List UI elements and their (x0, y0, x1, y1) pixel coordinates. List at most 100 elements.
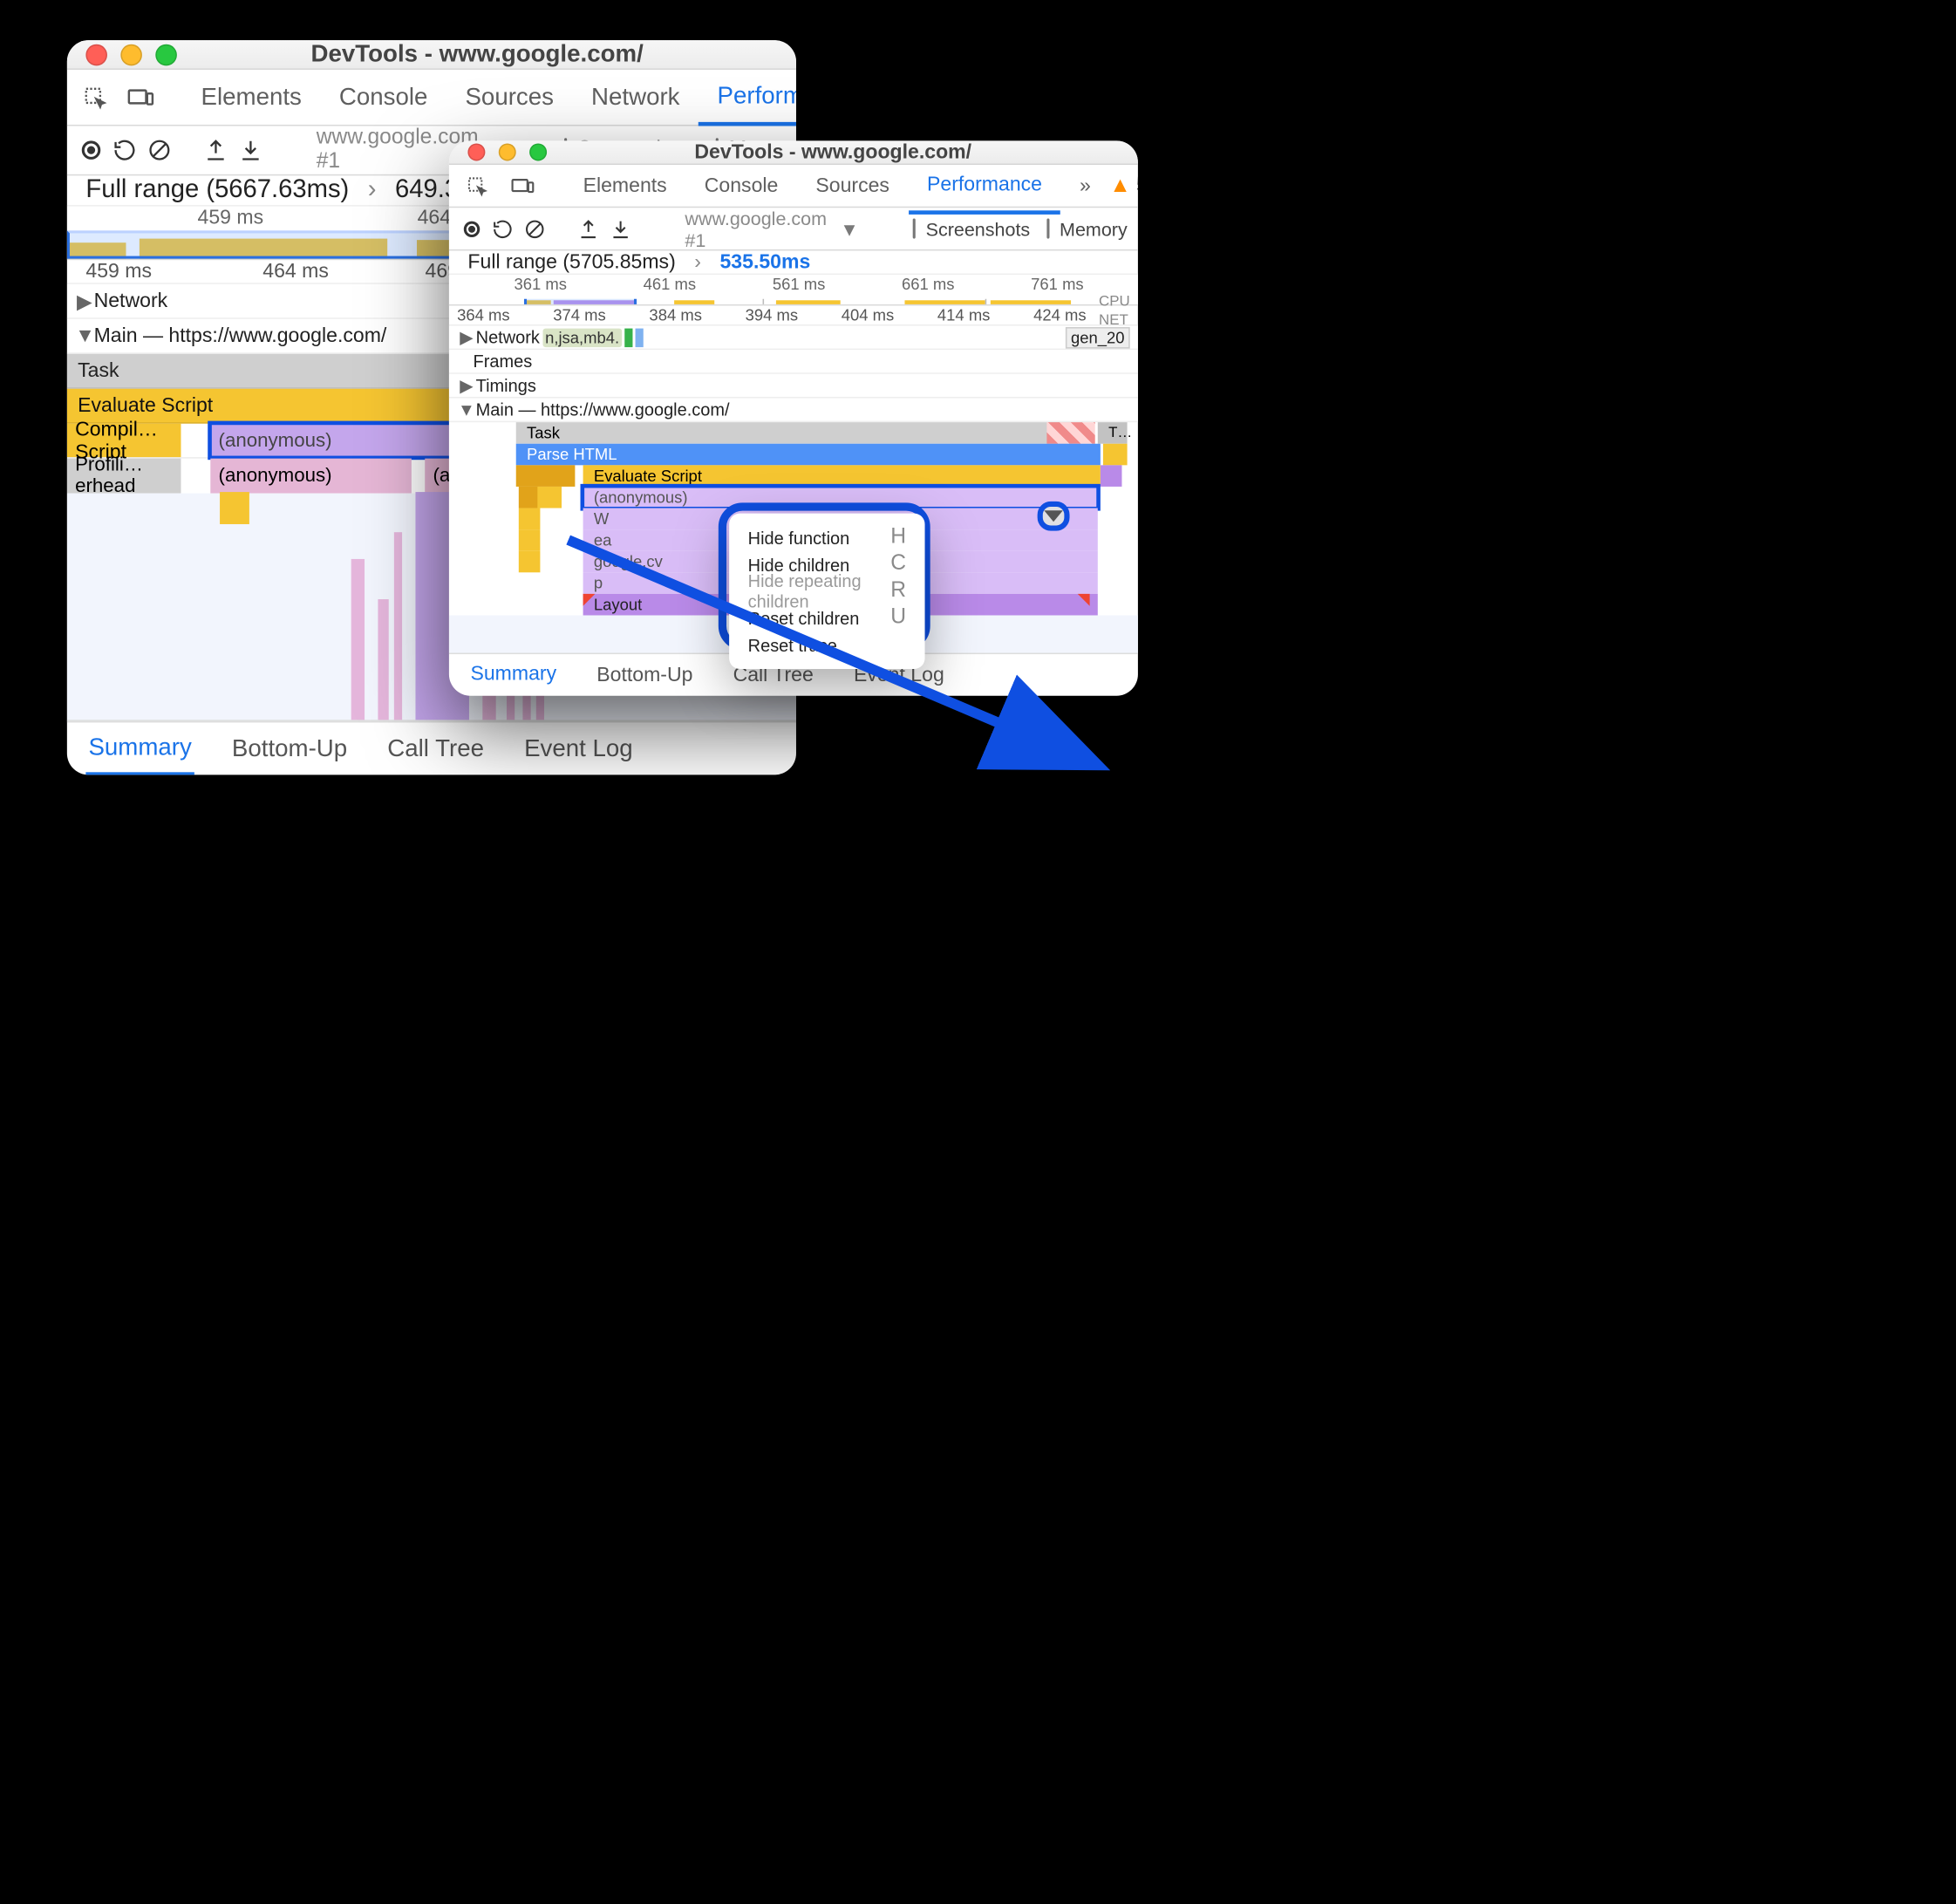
tab-performance[interactable]: Performance (908, 158, 1060, 215)
maximize-window-icon[interactable] (529, 143, 547, 160)
flame-context-menu: Hide functionH Hide childrenC Hide repea… (729, 514, 924, 669)
expand-icon: ▶ (75, 289, 94, 313)
minimize-window-icon[interactable] (120, 44, 142, 65)
reload-record-button[interactable] (112, 130, 137, 170)
upload-profile-button[interactable] (204, 130, 228, 170)
devtools-tabs: Elements Console Sources Network Perform… (67, 70, 796, 126)
collapse-icon: ▼ (457, 399, 476, 420)
flame-entry[interactable] (516, 465, 576, 487)
flame-entry-task[interactable]: Task (516, 422, 1073, 444)
inspect-icon[interactable] (460, 168, 494, 203)
reload-record-button[interactable] (492, 208, 514, 249)
breadcrumb-full-range[interactable]: Full range (5705.85ms) (467, 250, 675, 273)
forced-layout-warning-icon (1078, 594, 1090, 606)
flame-entry-anonymous[interactable]: (anonymous) (210, 459, 412, 494)
tab-console[interactable]: Console (685, 158, 797, 215)
tab-elements[interactable]: Elements (564, 158, 685, 215)
close-window-icon[interactable] (85, 44, 107, 65)
warning-icon: ▲ (1109, 174, 1130, 198)
network-chip[interactable]: n,jsa,mb4. (542, 328, 622, 347)
track-timings[interactable]: ▶Timings (449, 374, 1138, 399)
track-label: Timings (476, 375, 536, 395)
tabs-overflow[interactable]: » (1061, 158, 1110, 215)
profile-label: www.google.com #1 (685, 207, 827, 249)
track-frames[interactable]: Frames (449, 350, 1138, 374)
track-label: Frames (474, 351, 533, 372)
maximize-window-icon[interactable] (155, 44, 177, 65)
menu-item-shortcut: H (890, 526, 906, 550)
footer-tab-bottomup[interactable]: Bottom-Up (229, 722, 350, 775)
clear-button[interactable] (524, 208, 546, 249)
traffic-lights (85, 44, 177, 65)
overview-tick: 361 ms (476, 275, 605, 299)
ruler-tick: 404 ms (842, 305, 937, 324)
download-profile-button[interactable] (239, 130, 263, 170)
network-chip[interactable]: gen_20 (1066, 326, 1130, 348)
track-label: Network (476, 327, 540, 347)
flame-entry[interactable] (519, 508, 541, 530)
footer-tab-summary[interactable]: Summary (467, 648, 559, 696)
entry-dropdown-button[interactable] (1038, 502, 1070, 531)
breadcrumb-level2[interactable]: 535.50ms (719, 250, 810, 273)
close-window-icon[interactable] (467, 143, 485, 160)
minimize-window-icon[interactable] (499, 143, 516, 160)
tab-elements[interactable]: Elements (182, 69, 320, 126)
device-toggle-icon[interactable] (123, 79, 158, 114)
warnings-badge[interactable]: ▲5 (1109, 174, 1138, 198)
expand-icon: ▶ (457, 375, 476, 397)
track-label: Network (94, 290, 168, 312)
flame-entry-evaluate-script[interactable]: Evaluate Script (583, 465, 1101, 487)
footer-tab-bottomup[interactable]: Bottom-Up (594, 648, 695, 696)
tab-network[interactable]: Network (573, 69, 699, 126)
chevron-right-icon: › (368, 175, 377, 205)
tab-sources[interactable]: Sources (446, 69, 573, 126)
breadcrumb-full-range[interactable]: Full range (5667.63ms) (85, 175, 349, 205)
footer-tab-summary[interactable]: Summary (85, 722, 194, 775)
screenshots-checkbox[interactable] (912, 219, 915, 239)
flame-entry-long-task[interactable] (1046, 422, 1094, 444)
flame-entry[interactable] (1101, 465, 1122, 487)
footer-tab-eventlog[interactable]: Event Log (521, 722, 636, 775)
track-label: Main — https://www.google.com/ (476, 399, 730, 420)
device-toggle-icon[interactable] (505, 168, 540, 203)
flame-entry-anonymous-selected[interactable]: (anonymous) (583, 487, 1098, 508)
profile-selector[interactable]: www.google.com #1 ▼ (664, 207, 881, 249)
ruler-tick: 414 ms (937, 305, 1033, 324)
flame-entry[interactable] (537, 487, 562, 508)
track-network[interactable]: ▶ Network n,jsa,mb4. gen_20 (449, 325, 1138, 350)
track-main[interactable]: ▼Main — https://www.google.com/ (449, 398, 1138, 422)
flame-entry[interactable] (519, 529, 541, 551)
upload-profile-button[interactable] (577, 208, 599, 249)
ruler-tick: 374 ms (553, 305, 649, 324)
menu-item-hide-function[interactable]: Hide functionH (729, 524, 924, 551)
record-button[interactable] (462, 208, 481, 249)
overview-timeline[interactable]: 361 ms 461 ms 561 ms 661 ms 761 ms CPU N… (449, 275, 1138, 305)
expand-icon: ▶ (457, 326, 476, 348)
menu-item-reset-trace[interactable]: Reset trace (729, 631, 924, 659)
flame-entry-profiling-overhead[interactable]: Profili…erhead (67, 459, 181, 494)
inspect-icon[interactable] (78, 79, 112, 114)
perf-toolbar: www.google.com #1▼ Screenshots Memory (449, 208, 1138, 250)
clear-button[interactable] (147, 130, 172, 170)
ruler-tick: 459 ms (85, 260, 166, 283)
flame-entry-task-short[interactable]: T… (1098, 422, 1128, 444)
traffic-lights (467, 143, 547, 160)
tab-sources[interactable]: Sources (797, 158, 909, 215)
footer-tab-calltree[interactable]: Call Tree (385, 722, 487, 775)
chevron-down-icon: ▼ (840, 218, 858, 240)
menu-item-shortcut: C (890, 552, 906, 577)
details-pane-tabs: Summary Bottom-Up Call Tree Event Log (67, 721, 796, 775)
tab-performance[interactable]: Performance (699, 69, 796, 126)
flame-entry[interactable] (1103, 444, 1128, 466)
record-button[interactable] (80, 130, 102, 170)
menu-item-reset-children[interactable]: Reset childrenU (729, 604, 924, 631)
flame-entry[interactable] (519, 551, 541, 573)
flame-entry-parse-html[interactable]: Parse HTML (516, 444, 1101, 466)
menu-item-shortcut: R (890, 579, 906, 604)
memory-checkbox[interactable] (1046, 219, 1049, 239)
overview-tick: 561 ms (734, 275, 863, 299)
flame-entry-compile-script[interactable]: Compil…Script (67, 424, 181, 457)
tab-console[interactable]: Console (320, 69, 446, 126)
menu-item-hide-repeating: Hide repeating childrenR (729, 577, 924, 604)
download-profile-button[interactable] (610, 208, 631, 249)
